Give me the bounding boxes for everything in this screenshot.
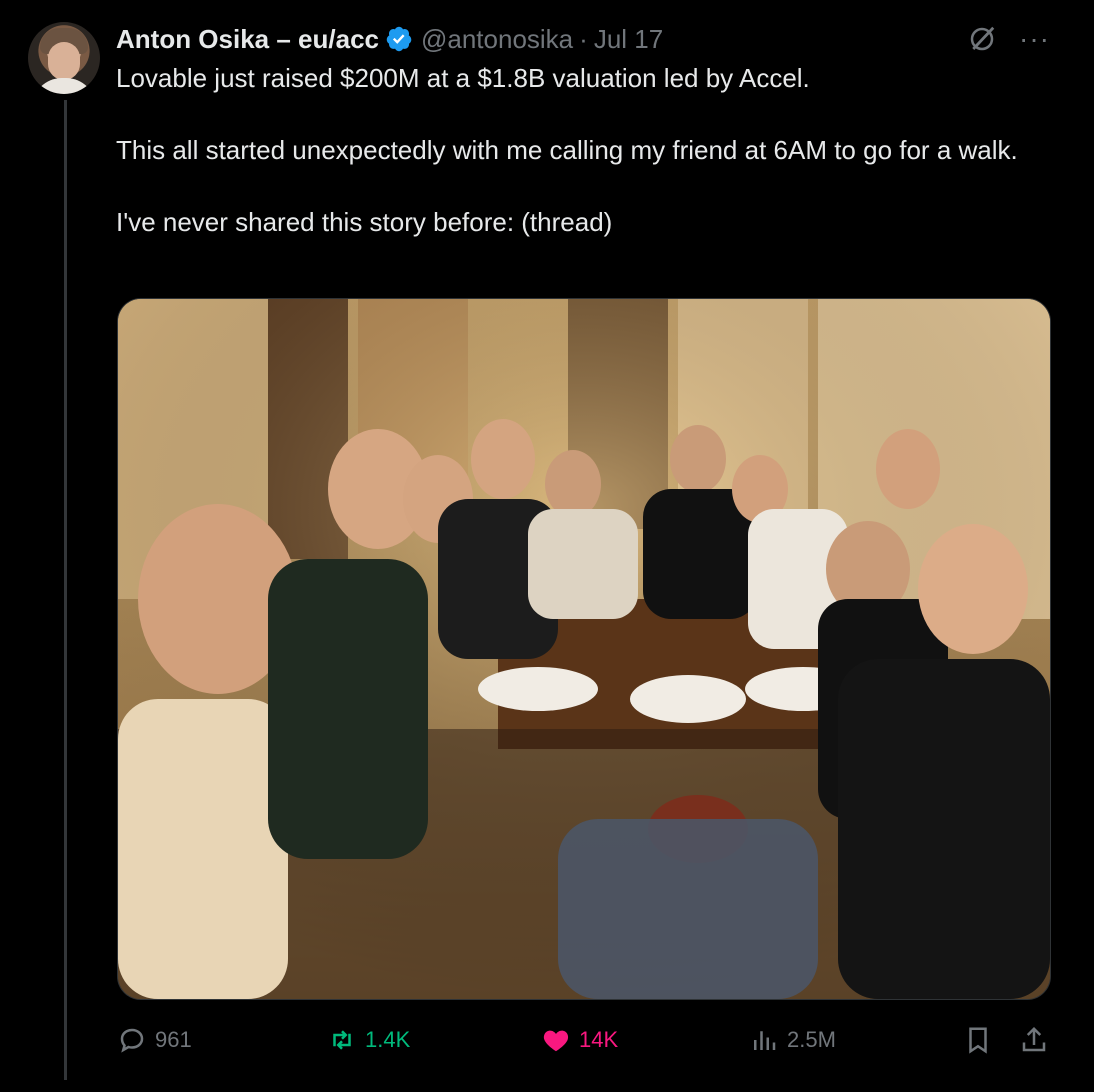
more-icon[interactable]: ··· (1019, 25, 1050, 53)
like-button[interactable]: 14K (541, 1025, 618, 1055)
reply-icon (120, 1028, 144, 1053)
author-handle[interactable]: @antonosika (421, 24, 573, 55)
share-button[interactable] (1019, 1025, 1049, 1055)
tweet-text: Lovable just raised $200M at a $1.8B val… (116, 60, 1036, 240)
tweet-header: Anton Osika – eu/acc @antonosika · Jul 1… (116, 22, 663, 56)
thread-connector-line (64, 100, 67, 1080)
separator-dot: · (579, 23, 588, 54)
group-dinner-photo (118, 299, 1050, 999)
reply-count: 961 (155, 1027, 192, 1052)
verified-badge-icon (386, 26, 412, 52)
tweet-photo[interactable] (117, 298, 1051, 1000)
tweet-paragraph: Lovable just raised $200M at a $1.8B val… (116, 63, 810, 93)
views-button[interactable]: 2.5M (749, 1025, 836, 1055)
retweet-button[interactable]: 1.4K (327, 1025, 410, 1055)
tweet-top-actions: ··· (967, 24, 1050, 54)
avatar[interactable] (28, 22, 100, 94)
views-count: 2.5M (787, 1027, 836, 1052)
heart-icon (543, 1030, 569, 1052)
grok-icon[interactable] (967, 24, 997, 54)
retweet-icon (333, 1030, 351, 1050)
share-icon (1022, 1026, 1046, 1052)
tweet-paragraph: I've never shared this story before: (th… (116, 207, 613, 237)
reply-button[interactable]: 961 (117, 1025, 192, 1055)
tweet-paragraph: This all started unexpectedly with me ca… (116, 135, 1018, 165)
tweet-date[interactable]: Jul 17 (594, 24, 663, 55)
like-count: 14K (579, 1027, 619, 1052)
retweet-count: 1.4K (365, 1027, 411, 1052)
author-name[interactable]: Anton Osika – eu/acc (116, 24, 379, 55)
bookmark-button[interactable] (963, 1025, 993, 1055)
tweet-actions-bar: 961 1.4K 14K 2.5M (117, 1018, 1049, 1062)
bookmark-icon (969, 1027, 987, 1054)
views-icon (754, 1031, 776, 1050)
